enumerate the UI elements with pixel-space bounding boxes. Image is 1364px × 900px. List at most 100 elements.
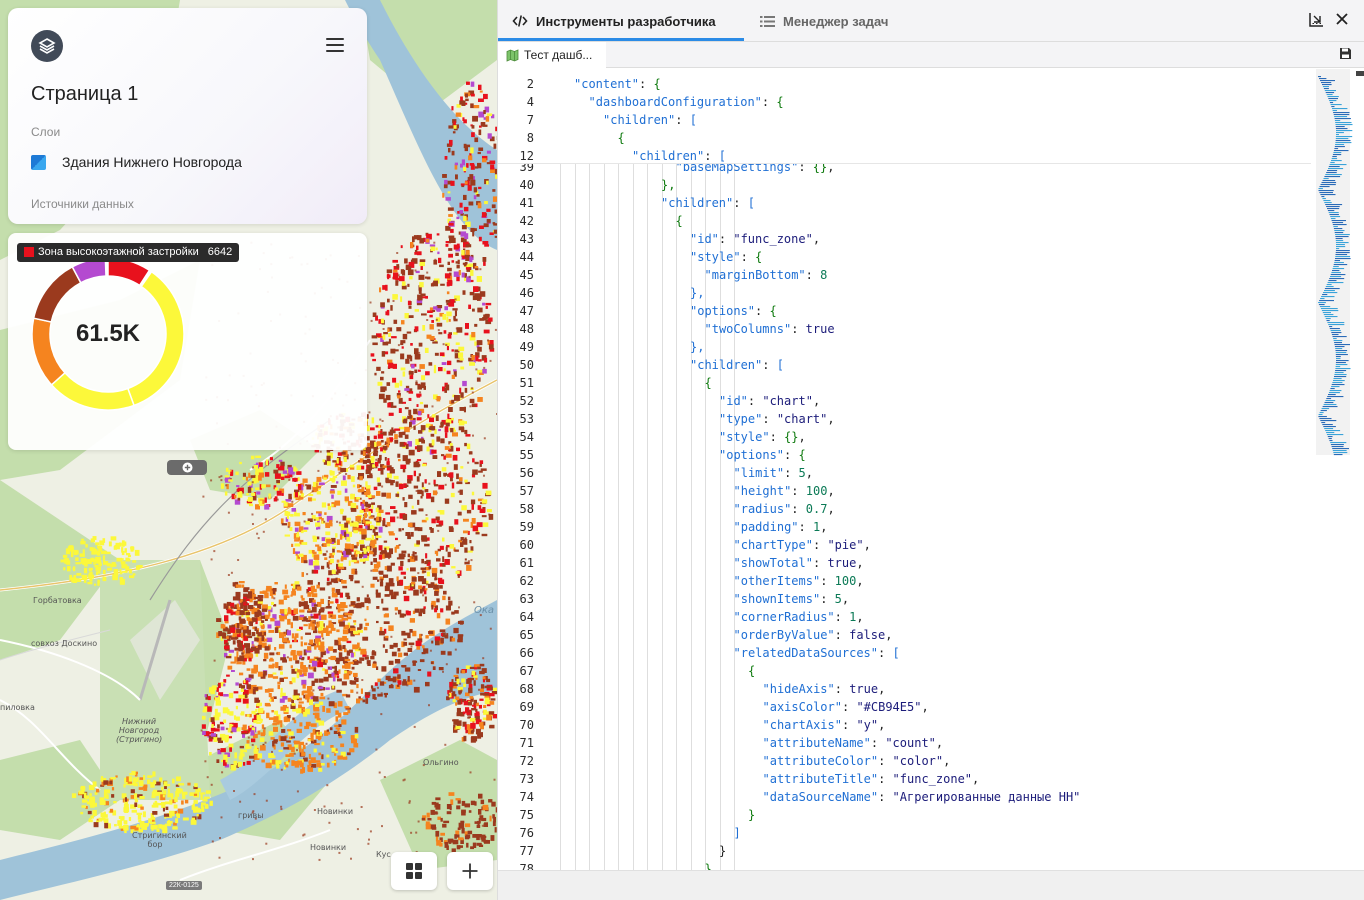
code-line: 53 "type": "chart", (498, 410, 1316, 428)
line-number: 60 (519, 538, 534, 552)
line-number: 75 (519, 808, 534, 822)
code-line: 63 "shownItems": 5, (498, 590, 1316, 608)
code-line: 55 "options": { (498, 446, 1316, 464)
add-widget-button[interactable] (447, 852, 493, 890)
close-icon[interactable] (1334, 11, 1350, 27)
line-number: 76 (519, 826, 534, 840)
dock-icon[interactable] (1308, 12, 1324, 28)
line-number: 63 (519, 592, 534, 606)
line-number: 7 (526, 113, 534, 127)
code-line: 2 "content": { (498, 75, 1316, 93)
code-text: "showTotal": true, (733, 556, 864, 570)
list-icon (760, 15, 775, 27)
code-line: 73 "attributeTitle": "func_zone", (498, 770, 1316, 788)
code-text: { (675, 214, 683, 228)
code-text: "style": {}, (719, 430, 806, 444)
code-line: 56 "limit": 5, (498, 464, 1316, 482)
file-tab-bar: Тест дашб... (498, 42, 1364, 68)
code-line: 49}, (498, 338, 1316, 356)
code-text: "hideAxis": true, (762, 682, 886, 696)
code-text: "chartAxis": "y", (762, 718, 886, 732)
code-text: } (719, 844, 727, 858)
line-number: 43 (519, 232, 534, 246)
code-text: "attributeName": "count", (762, 736, 944, 750)
line-number: 49 (519, 340, 534, 354)
active-tab-indicator (498, 38, 744, 41)
code-line: 54 "style": {}, (498, 428, 1316, 446)
code-line: 40}, (498, 176, 1316, 194)
line-number: 72 (519, 754, 534, 768)
code-line: 50 "children": [ (498, 356, 1316, 374)
code-line: 43 "id": "func_zone", (498, 230, 1316, 248)
devtools-panel: Инструменты разработчика Менеджер задач (497, 0, 1364, 900)
data-sources-section-caption[interactable]: Источники данных (31, 197, 134, 211)
code-line: 7 "children": [ (498, 111, 1316, 129)
line-number: 57 (519, 484, 534, 498)
code-line: 70 "chartAxis": "y", (498, 716, 1316, 734)
layer-item-buildings[interactable]: Здания Нижнего Новгорода (31, 154, 242, 170)
tab-developer-tools[interactable]: Инструменты разработчика (512, 0, 716, 42)
code-text: } (704, 862, 712, 870)
tab-task-manager[interactable]: Менеджер задач (760, 0, 888, 42)
code-text: "relatedDataSources": [ (733, 646, 900, 660)
code-text: "axisColor": "#CB94E5", (762, 700, 929, 714)
line-number: 51 (519, 376, 534, 390)
hamburger-menu-icon[interactable] (326, 38, 344, 54)
line-number: 73 (519, 772, 534, 786)
sticky-scroll-header[interactable]: 2 "content": {4 "dashboardConfiguration": … (498, 69, 1311, 164)
code-line: 44 "style": { (498, 248, 1316, 266)
line-number: 58 (519, 502, 534, 516)
chart-tooltip: Зона высокоэтажной застройки 6642 (17, 243, 240, 262)
app-logo-icon[interactable] (31, 30, 63, 62)
code-minimap[interactable] (1316, 69, 1364, 870)
map-label: Нижний Новгород (Стригино) (116, 717, 163, 744)
plus-circle-icon (182, 462, 192, 473)
line-number: 70 (519, 718, 534, 732)
code-text: }, (690, 286, 705, 300)
line-number: 61 (519, 556, 534, 570)
code-text: { (748, 664, 756, 678)
map-label: гривы (238, 811, 264, 820)
line-number: 69 (519, 700, 534, 714)
code-text: "twoColumns": true (704, 322, 835, 336)
widget-resize-handle[interactable] (167, 460, 207, 475)
line-number: 42 (519, 214, 534, 228)
map-icon (506, 48, 519, 62)
code-text: "children": [ (690, 358, 784, 372)
code-text: "limit": 5, (733, 466, 814, 480)
code-line: 4 "dashboardConfiguration": { (498, 93, 1316, 111)
map-label: Горбатовка (33, 596, 82, 605)
line-number: 54 (519, 430, 534, 444)
line-number: 40 (519, 178, 534, 192)
code-line: 58 "radius": 0.7, (498, 500, 1316, 518)
code-line: 67 { (498, 662, 1316, 680)
code-text: "dashboardConfiguration": { (588, 95, 784, 109)
grid-icon (406, 863, 422, 879)
code-line: 62 "otherItems": 100, (498, 572, 1316, 590)
horizontal-scrollbar[interactable] (498, 870, 1364, 900)
line-number: 41 (519, 196, 534, 210)
widgets-grid-button[interactable] (391, 852, 437, 890)
code-text: ] (733, 826, 741, 840)
code-editor[interactable]: 39 "baseMapSettings": {}, 40}, 41 "children"… (498, 69, 1316, 870)
file-tab-dashboard[interactable]: Тест дашб... (498, 42, 606, 68)
line-number: 62 (519, 574, 534, 588)
line-number: 8 (526, 131, 534, 145)
code-text: "children": [ (661, 196, 755, 210)
code-text: "attributeColor": "color", (762, 754, 951, 768)
map-label: Ока (474, 605, 495, 616)
layers-panel: Страница 1 Слои Здания Нижнего Новгорода… (8, 8, 367, 224)
line-number: 77 (519, 844, 534, 858)
code-line: 69 "axisColor": "#CB94E5", (498, 698, 1316, 716)
line-number: 64 (519, 610, 534, 624)
map-label: Новинки (317, 807, 354, 816)
line-number: 56 (519, 466, 534, 480)
line-number: 66 (519, 646, 534, 660)
code-line: 68 "hideAxis": true, (498, 680, 1316, 698)
code-line: 74 "dataSourceName": "Агрегированные данн… (498, 788, 1316, 806)
line-number: 45 (519, 268, 534, 282)
save-icon[interactable] (1339, 47, 1352, 60)
code-line: 60 "chartType": "pie", (498, 536, 1316, 554)
map-label: Новинки (310, 843, 347, 852)
code-text: "type": "chart", (719, 412, 835, 426)
